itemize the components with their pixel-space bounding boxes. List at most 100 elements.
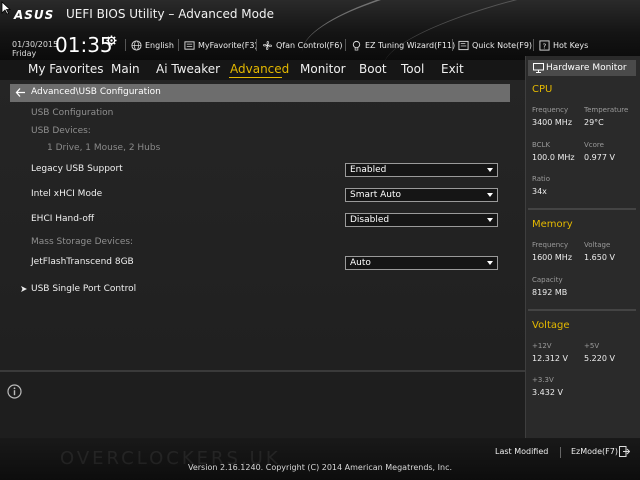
favorite-icon [184, 40, 195, 50]
header-separator [452, 39, 453, 51]
cpu-frequency-value: 3400 MHz [532, 118, 573, 127]
caret-down-icon [487, 218, 493, 222]
usb-devices-value: 1 Drive, 1 Mouse, 2 Hubs [47, 143, 161, 153]
ez-tuning-wizard-button[interactable]: EZ Tuning Wizard(F11) [351, 38, 455, 52]
cpu-ratio-label: Ratio [532, 175, 550, 183]
jetflash-value: Auto [350, 258, 371, 268]
usb-single-port-control-link[interactable]: USB Single Port Control [31, 284, 136, 294]
app-title: UEFI BIOS Utility – Advanced Mode [66, 7, 274, 21]
myfavorite-button[interactable]: MyFavorite(F3) [184, 38, 258, 52]
header-separator [178, 39, 179, 51]
cpu-temperature-label: Temperature [584, 106, 629, 114]
language-button[interactable]: English [131, 38, 174, 52]
ehci-handoff-select[interactable]: Disabled [345, 213, 498, 227]
clock-display: 01:35 [55, 33, 113, 57]
ehci-handoff-label: EHCI Hand-off [31, 214, 95, 224]
memory-frequency-label: Frequency [532, 241, 569, 249]
quick-note-button[interactable]: Quick Note(F9) [458, 38, 532, 52]
ezmode-button[interactable]: EzMode(F7) [571, 447, 618, 456]
globe-icon [131, 39, 142, 51]
voltage-3v3-label: +3.3V [532, 376, 554, 384]
hot-keys-button[interactable]: ? Hot Keys [539, 38, 588, 52]
info-icon [7, 384, 22, 399]
hw-section-divider [528, 309, 636, 311]
monitor-icon [533, 63, 544, 73]
voltage-12v-label: +12V [532, 342, 552, 350]
ez-tuning-wizard-label: EZ Tuning Wizard(F11) [365, 40, 456, 50]
legacy-usb-support-label: Legacy USB Support [31, 164, 123, 174]
language-label: English [145, 40, 174, 50]
active-tab-underline [229, 77, 282, 78]
info-panel [0, 372, 525, 438]
cpu-section-title: CPU [532, 84, 553, 95]
jetflash-select[interactable]: Auto [345, 256, 498, 270]
asus-logo: ASUS [14, 8, 55, 22]
tab-main[interactable]: Main [111, 62, 140, 76]
cpu-vcore-value: 0.977 V [584, 153, 615, 162]
xhci-mode-label: Intel xHCI Mode [31, 189, 103, 199]
cpu-bclk-value: 100.0 MHz [532, 153, 575, 162]
xhci-mode-select[interactable]: Smart Auto [345, 188, 498, 202]
date-display: 01/30/2015 [12, 40, 59, 49]
tab-tool[interactable]: Tool [401, 62, 424, 76]
header-separator [125, 39, 126, 51]
qfan-control-label: Qfan Control(F6) [276, 40, 343, 50]
memory-capacity-value: 8192 MB [532, 288, 568, 297]
caret-down-icon [487, 193, 493, 197]
voltage-5v-value: 5.220 V [584, 354, 615, 363]
hw-section-divider [528, 208, 636, 210]
memory-frequency-value: 1600 MHz [532, 253, 573, 262]
jetflash-label: JetFlashTranscend 8GB [31, 257, 134, 267]
fan-icon [263, 40, 272, 50]
exit-arrow-icon[interactable] [619, 446, 630, 457]
help-icon: ? [539, 39, 550, 51]
cpu-temperature-value: 29°C [584, 118, 604, 127]
caret-down-icon [487, 168, 493, 172]
memory-voltage-label: Voltage [584, 241, 611, 249]
hardware-monitor-title: Hardware Monitor [546, 63, 627, 73]
caret-down-icon [487, 261, 493, 265]
svg-text:?: ? [543, 41, 547, 50]
quick-note-label: Quick Note(F9) [472, 40, 533, 50]
voltage-12v-value: 12.312 V [532, 354, 569, 363]
footer-separator [560, 447, 561, 458]
xhci-mode-value: Smart Auto [350, 190, 401, 200]
last-modified-button[interactable]: Last Modified [495, 447, 548, 456]
breadcrumb: Advanced\USB Configuration [31, 87, 161, 97]
chevron-right-icon [21, 286, 27, 292]
usb-devices-label: USB Devices: [31, 126, 91, 136]
ehci-handoff-value: Disabled [350, 215, 390, 225]
legacy-usb-support-value: Enabled [350, 165, 387, 175]
memory-capacity-label: Capacity [532, 276, 563, 284]
tab-monitor[interactable]: Monitor [300, 62, 346, 76]
tab-exit[interactable]: Exit [441, 62, 464, 76]
myfavorite-label: MyFavorite(F3) [198, 40, 258, 50]
day-display: Friday [12, 49, 37, 58]
voltage-5v-label: +5V [584, 342, 600, 350]
header-separator [345, 39, 346, 51]
cpu-frequency-label: Frequency [532, 106, 569, 114]
pointer-icon [1, 1, 11, 15]
memory-voltage-value: 1.650 V [584, 253, 615, 262]
mass-storage-label: Mass Storage Devices: [31, 237, 134, 247]
legacy-usb-support-select[interactable]: Enabled [345, 163, 498, 177]
cpu-ratio-value: 34x [532, 187, 547, 196]
tab-advanced[interactable]: Advanced [230, 62, 289, 76]
tab-my-favorites[interactable]: My Favorites [28, 62, 103, 76]
voltage-section-title: Voltage [532, 320, 570, 331]
voltage-3v3-value: 3.432 V [532, 388, 563, 397]
memory-section-title: Memory [532, 219, 573, 230]
tab-boot[interactable]: Boot [359, 62, 387, 76]
gear-icon[interactable] [106, 35, 117, 46]
cpu-vcore-label: Vcore [584, 141, 604, 149]
hot-keys-label: Hot Keys [553, 40, 589, 50]
tab-ai-tweaker[interactable]: Ai Tweaker [156, 62, 220, 76]
version-text: Version 2.16.1240. Copyright (C) 2014 Am… [187, 463, 453, 472]
section-title: USB Configuration [31, 108, 114, 118]
header-separator [533, 39, 534, 51]
qfan-control-button[interactable]: Qfan Control(F6) [262, 38, 342, 52]
header-separator [256, 39, 257, 51]
bulb-icon [352, 40, 361, 50]
back-arrow-icon[interactable] [15, 87, 26, 98]
note-icon [458, 40, 469, 50]
